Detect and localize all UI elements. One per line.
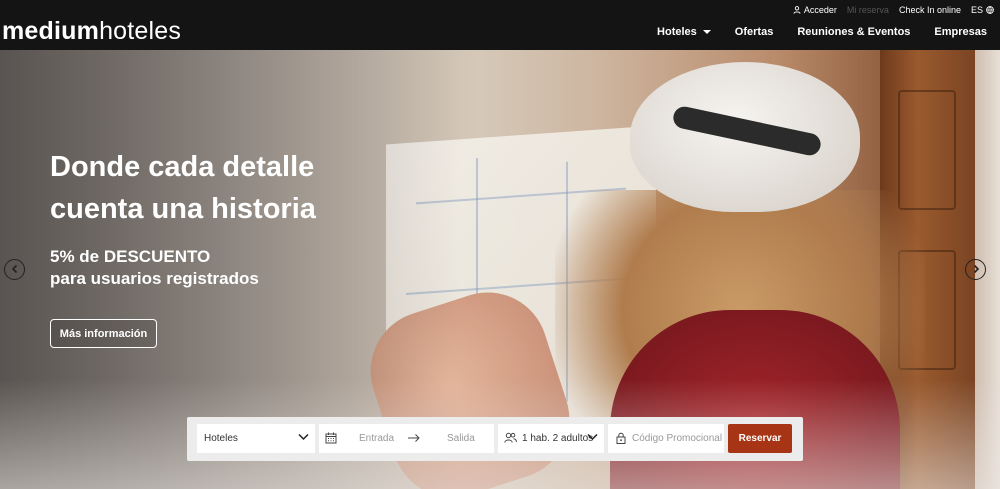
nav-offers[interactable]: Ofertas xyxy=(735,26,774,38)
logo-bold-text: medium xyxy=(2,17,100,45)
more-info-button[interactable]: Más información xyxy=(50,319,157,348)
language-selector[interactable]: ES xyxy=(971,5,994,15)
booking-bar: Hoteles Entrada Salida 1 hab. 2 adultos xyxy=(187,417,803,461)
headline-line-2: cuenta una historia xyxy=(50,193,316,225)
globe-icon xyxy=(986,6,994,14)
logo[interactable]: mediumhoteles xyxy=(2,16,181,46)
promo-code-input[interactable]: Código Promocional xyxy=(608,424,724,453)
chevron-right-icon xyxy=(972,261,980,279)
caret-down-icon xyxy=(702,30,711,34)
site-header: mediumhoteles Acceder Mi reserva Check I… xyxy=(0,0,1000,50)
main-nav: Hoteles Ofertas Reuniones & Eventos Empr… xyxy=(657,24,987,40)
user-icon xyxy=(793,6,801,14)
arrow-right-icon xyxy=(407,433,421,446)
carousel-prev-button[interactable] xyxy=(4,259,25,280)
hero-headline: Donde cada detalle cuenta una historia xyxy=(50,146,390,230)
hotel-select-value: Hoteles xyxy=(204,433,238,444)
calendar-icon xyxy=(325,432,337,447)
nav-hotels[interactable]: Hoteles xyxy=(657,26,711,38)
reserve-label: Reservar xyxy=(738,433,782,444)
my-booking-label: Mi reserva xyxy=(846,5,889,15)
reserve-button[interactable]: Reservar xyxy=(728,424,792,453)
checkout-field[interactable]: Salida xyxy=(447,433,475,444)
nav-companies[interactable]: Empresas xyxy=(934,26,987,38)
hotel-select[interactable]: Hoteles xyxy=(197,424,315,453)
top-bar: Acceder Mi reserva Check In online ES xyxy=(793,4,994,16)
hero-banner: Donde cada detalle cuenta una historia 5… xyxy=(0,50,1000,489)
language-label: ES xyxy=(970,5,983,15)
users-icon xyxy=(504,432,517,447)
checkin-online-label: Check In online xyxy=(898,5,961,15)
lock-icon xyxy=(616,432,626,447)
hero-discount: 5% de DESCUENTO para usuarios registrado… xyxy=(50,246,259,290)
nav-hotels-label: Hoteles xyxy=(657,26,697,38)
nav-offers-label: Ofertas xyxy=(734,26,774,38)
chevron-left-icon xyxy=(11,261,19,279)
nav-companies-label: Empresas xyxy=(934,26,987,38)
login-label: Acceder xyxy=(803,5,837,15)
checkin-field[interactable]: Entrada xyxy=(359,433,394,444)
discount-line-1: 5% de DESCUENTO xyxy=(50,247,211,266)
rooms-guests-value: 1 hab. 2 adultos xyxy=(522,433,594,444)
more-info-label: Más información xyxy=(59,327,148,340)
login-link[interactable]: Acceder xyxy=(793,5,837,15)
nav-meetings-events[interactable]: Reuniones & Eventos xyxy=(797,26,910,38)
discount-line-2: para usuarios registrados xyxy=(50,269,259,288)
nav-meetings-label: Reuniones & Eventos xyxy=(797,26,911,38)
promo-code-placeholder: Código Promocional xyxy=(632,433,723,444)
headline-line-1: Donde cada detalle xyxy=(50,151,315,183)
carousel-next-button[interactable] xyxy=(965,259,986,280)
chevron-down-icon xyxy=(587,433,598,444)
my-booking-link[interactable]: Mi reserva xyxy=(847,5,889,15)
checkin-online-link[interactable]: Check In online xyxy=(899,5,961,15)
rooms-guests-select[interactable]: 1 hab. 2 adultos xyxy=(498,424,604,453)
logo-light-text: hoteles xyxy=(99,17,182,45)
chevron-down-icon xyxy=(298,433,309,444)
date-range-picker[interactable]: Entrada Salida xyxy=(319,424,494,453)
